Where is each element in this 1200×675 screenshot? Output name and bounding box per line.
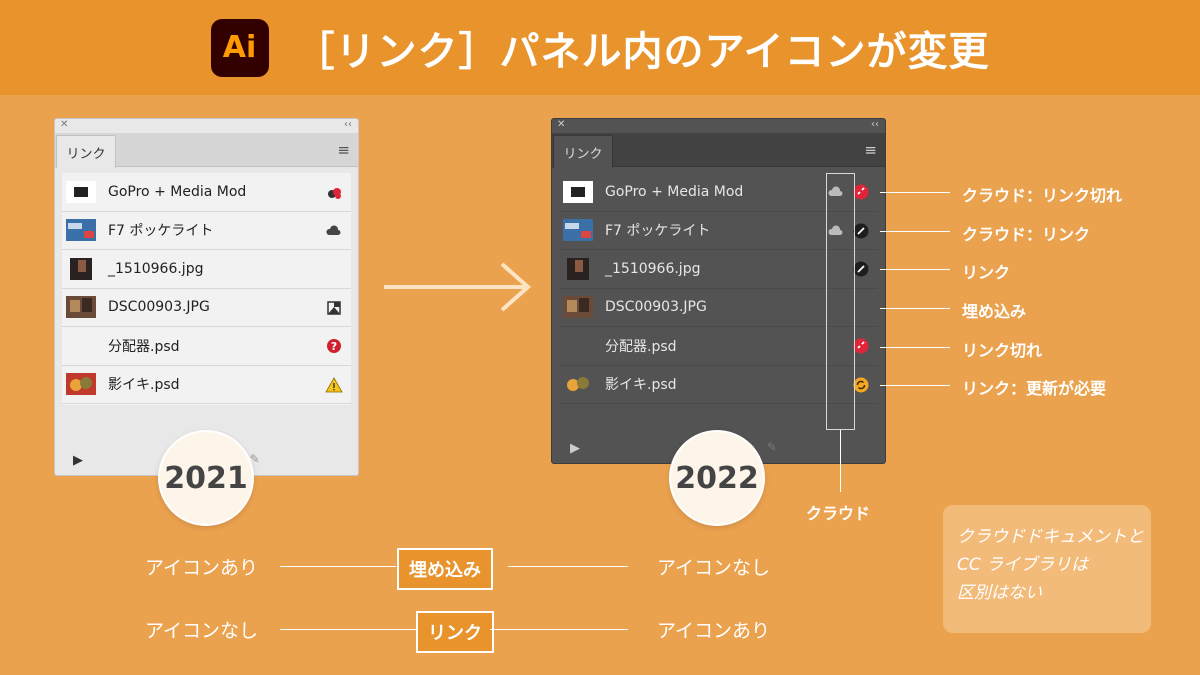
comparison-2022-link: アイコンあり (657, 620, 771, 642)
panel-menu-icon[interactable]: ≡ (337, 141, 350, 159)
note-line: クラウドドキュメントと (957, 527, 1144, 547)
callout-line (880, 308, 950, 309)
embedded-icon (327, 300, 341, 315)
close-icon[interactable]: ✕ (557, 119, 565, 130)
comparison-2021-link: アイコンなし (145, 620, 259, 642)
thumbnail-empty (66, 335, 96, 357)
close-icon[interactable]: ✕ (60, 119, 68, 130)
links-list: GoPro + Media Mod F7 ポッケライト _1510966.jpg… (62, 173, 351, 405)
thumbnail-pokkelight (563, 219, 593, 242)
tab-links[interactable]: リンク (553, 135, 613, 168)
comparison-line (508, 566, 628, 567)
callout-link: リンク (962, 263, 1011, 282)
list-item[interactable]: GoPro + Media Mod (62, 173, 351, 212)
panel-tabbar: リンク ≡ (55, 133, 358, 168)
comparison-line (490, 629, 628, 630)
cloud-icon (326, 224, 341, 235)
callout-embedded: 埋め込み (962, 302, 1027, 321)
callout-line (880, 192, 950, 193)
panel-tabbar: リンク ≡ (552, 133, 885, 168)
cloud-label: クラウド (806, 504, 871, 523)
thumbnail-photo (70, 257, 92, 280)
thumbnail-empty (563, 335, 593, 357)
title-banner: Ai ［リンク］パネル内のアイコンが変更 (0, 0, 1200, 95)
callout-line (880, 231, 950, 232)
play-icon[interactable]: ▶ (570, 441, 580, 456)
thumbnail-kage (66, 373, 96, 396)
year-badge-2021: 2021 (158, 430, 254, 526)
year-badge-2022: 2022 (669, 430, 765, 526)
list-item[interactable]: DSC00903.JPG (62, 289, 351, 327)
thumbnail-gopro (563, 180, 593, 203)
list-item[interactable]: _1510966.jpg (62, 250, 351, 289)
thumbnail-pokkelight (66, 219, 96, 242)
page-title: ［リンク］パネル内のアイコンが変更 (294, 28, 990, 75)
collapse-icon[interactable]: ‹‹ (871, 119, 879, 130)
links-panel-2021: ✕ ‹‹ リンク ≡ GoPro + Media Mod F7 ポッケライト _… (54, 118, 359, 476)
link-name: _1510966.jpg (108, 260, 204, 277)
callout-line (880, 385, 950, 386)
missing-icon: ? (327, 339, 341, 353)
link-name: 分配器.psd (108, 338, 180, 355)
comparison-2022-embedded: アイコンなし (657, 557, 771, 579)
link-name: GoPro + Media Mod (108, 183, 247, 200)
panel-menu-icon[interactable]: ≡ (864, 141, 877, 159)
svg-text:?: ? (331, 340, 337, 353)
comparison-line (280, 629, 416, 630)
callout-broken: リンク切れ (962, 341, 1043, 360)
comparison-line (280, 566, 396, 567)
cloud-column-highlight (826, 173, 855, 430)
callout-cloud-broken: クラウド：リンク切れ (962, 186, 1123, 205)
panel-titlebar: ✕ ‹‹ (552, 119, 885, 133)
callout-cloud-link: クラウド：リンク (962, 225, 1091, 244)
link-name: F7 ポッケライト (108, 223, 214, 240)
list-item[interactable]: 分配器.psd ? (62, 327, 351, 366)
collapse-icon[interactable]: ‹‹ (344, 119, 352, 130)
arrow-right-icon (384, 262, 532, 312)
thumbnail-dsc (563, 296, 593, 319)
chip-link: リンク (416, 611, 494, 653)
edit-original-icon[interactable]: ✎ (767, 440, 789, 454)
play-icon[interactable]: ▶ (73, 453, 83, 468)
callout-update: リンク：更新が必要 (962, 379, 1107, 398)
list-item[interactable]: 影イキ.psd (62, 366, 351, 404)
thumbnail-photo (567, 257, 589, 280)
callout-line (880, 347, 950, 348)
illustrator-logo: Ai (210, 18, 269, 77)
note-line: CC ライブラリは (957, 555, 1089, 575)
panel-titlebar: ✕ ‹‹ (55, 119, 358, 133)
callout-line (880, 269, 950, 270)
edit-original-icon[interactable]: ✎ (250, 452, 272, 466)
tab-links[interactable]: リンク (56, 135, 116, 168)
comparison-2021-embedded: アイコンあり (145, 557, 259, 579)
note-box: クラウドドキュメントと CC ライブラリは 区別はない (943, 505, 1151, 633)
cloud-pointer-line (840, 430, 841, 492)
link-name: DSC00903.JPG (108, 299, 210, 316)
link-name: 影イキ.psd (108, 377, 180, 394)
thumbnail-kage (563, 373, 593, 396)
list-item[interactable]: F7 ポッケライト (62, 212, 351, 250)
thumbnail-dsc (66, 296, 96, 319)
thumbnail-gopro (66, 180, 96, 203)
cloud-broken-icon (328, 188, 341, 199)
chip-embedded: 埋め込み (397, 548, 493, 590)
warning-icon (325, 376, 343, 392)
note-line: 区別はない (957, 583, 1042, 603)
